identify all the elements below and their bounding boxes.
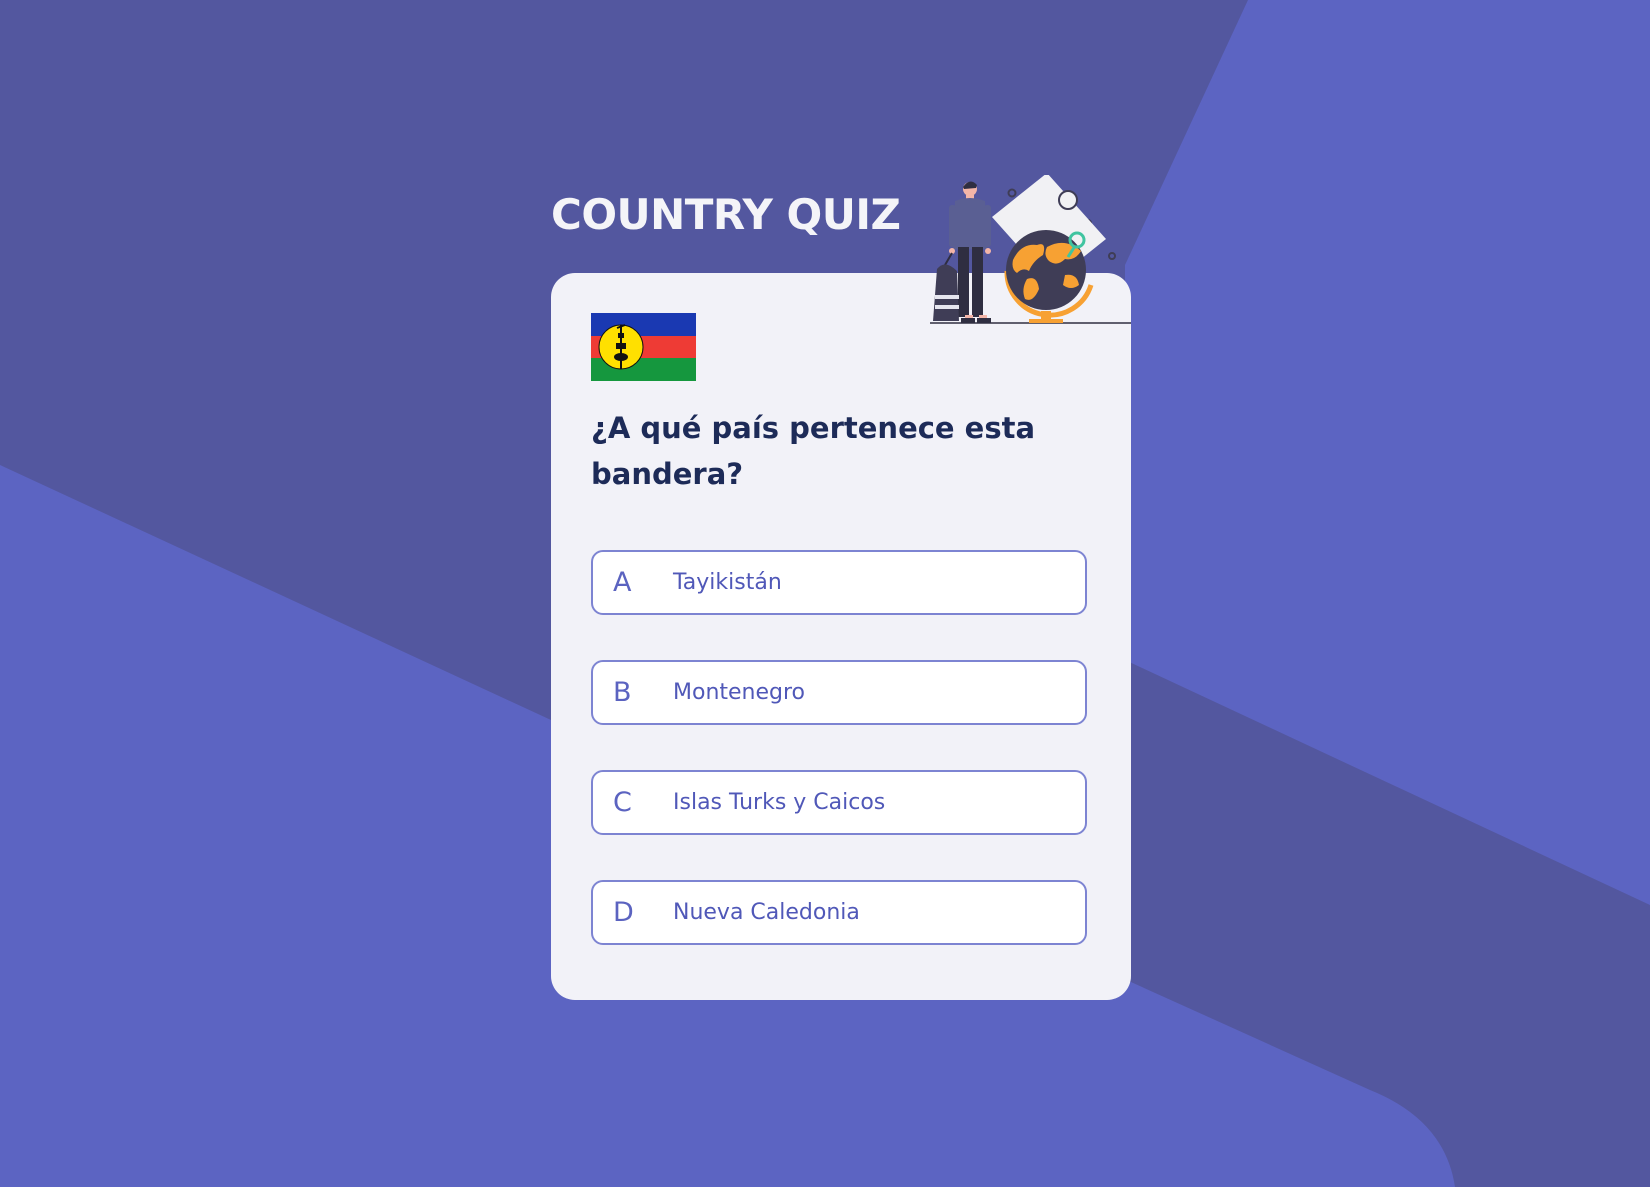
option-c-button[interactable]: C Islas Turks y Caicos — [591, 770, 1087, 835]
new-caledonia-flag-icon — [591, 313, 696, 381]
option-b-button[interactable]: B Montenegro — [591, 660, 1087, 725]
question-text: ¿A qué país pertenece esta bandera? — [591, 411, 1036, 491]
traveler-with-globe-icon — [930, 175, 1131, 324]
app-title: COUNTRY QUIZ — [551, 190, 901, 239]
option-letter: A — [613, 567, 632, 598]
option-a-button[interactable]: A Tayikistán — [591, 550, 1087, 615]
option-letter: D — [613, 897, 634, 928]
option-label: Montenegro — [673, 680, 806, 705]
option-d-button[interactable]: D Nueva Caledonia — [591, 880, 1087, 945]
option-label: Tayikistán — [673, 570, 782, 595]
option-letter: B — [613, 677, 632, 708]
option-label: Nueva Caledonia — [673, 900, 860, 925]
option-letter: C — [613, 787, 632, 818]
option-label: Islas Turks y Caicos — [673, 790, 886, 815]
quiz-card: ¿A qué país pertenece esta bandera? A Ta… — [551, 273, 1131, 1000]
